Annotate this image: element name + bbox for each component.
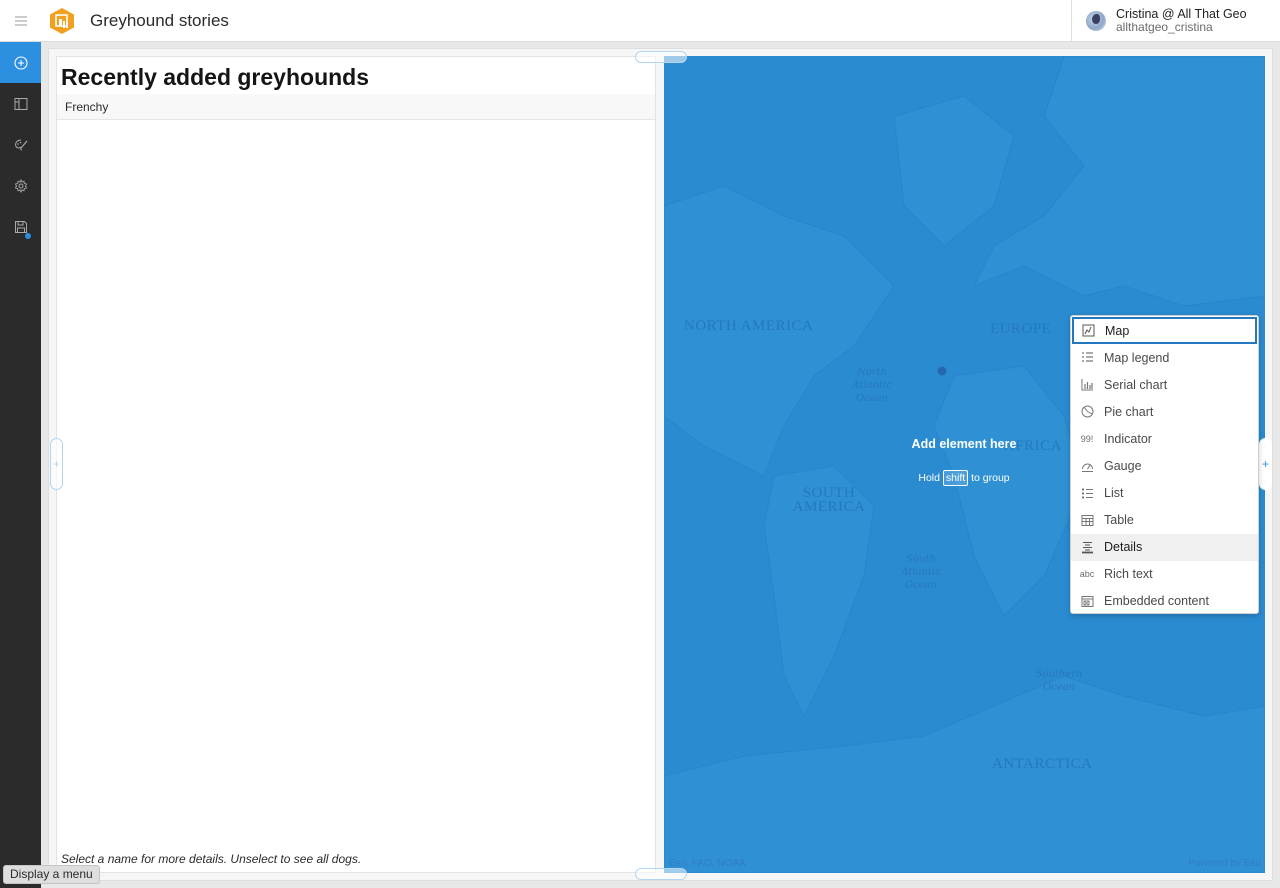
palette-brush-icon [14,139,27,150]
menu-item-label: Indicator [1104,431,1152,446]
dashboard-logo-icon [50,7,74,34]
drop-zone-hint: Add element here Hold shift to group [864,437,1064,486]
add-element-left-handle[interactable]: + [50,438,63,490]
menu-item-label: Details [1104,540,1143,555]
user-display-name: Cristina @ All That Geo [1116,6,1247,21]
add-element-button[interactable] [0,42,41,83]
list-icon [1081,488,1093,499]
map-label-south-atlantic: South Atlantic Ocean [901,554,941,591]
plus-circle-icon [13,55,28,70]
rich-text-icon: abc [1079,569,1095,580]
menu-item-label: Serial chart [1104,377,1168,392]
menu-item-gauge[interactable]: Gauge [1071,452,1258,479]
shift-key-badge: shift [942,470,969,486]
settings-button[interactable] [0,165,41,206]
map-label-antarctica: ANTARCTICA [992,756,1093,772]
menu-item-map[interactable]: Map [1072,317,1257,345]
add-element-bottom-handle[interactable] [635,868,687,880]
menu-item-embedded-content[interactable]: Embedded content [1071,588,1258,615]
map-label-southern-ocean: Southern Ocean [1035,669,1083,693]
menu-item-list[interactable]: List [1071,480,1258,507]
add-element-menu: Map Map legend Serial chart Pie chart 99… [1070,315,1259,614]
tooltip: Display a menu [3,865,100,884]
layout-button[interactable] [0,83,41,124]
menu-item-label: Embedded content [1104,594,1209,609]
drop-hint-title: Add element here [911,437,1017,451]
menu-item-table[interactable]: Table [1071,507,1258,534]
table-icon [1081,514,1093,526]
map-point-marker [937,366,947,376]
action-bar [0,42,41,888]
theme-button[interactable] [0,124,41,165]
menu-item-label: Map legend [1104,350,1170,365]
drop-hint-hold: Hold [918,472,940,484]
app-title: Greyhound stories [90,10,229,30]
hamburger-menu-button[interactable] [0,0,41,41]
serial-chart-icon [1081,379,1093,391]
save-icon [14,220,27,233]
menu-item-serial-chart[interactable]: Serial chart [1071,371,1258,398]
save-button[interactable] [0,206,41,247]
menu-item-label: List [1104,486,1124,501]
list-title: Recently added greyhounds [61,64,370,90]
app-header: Greyhound stories Cristina @ All That Ge… [0,0,1280,42]
app-logo [49,7,75,35]
map-label-europe: EUROPE [990,321,1052,337]
hamburger-icon [14,16,27,25]
menu-item-details[interactable]: Details [1071,533,1258,561]
unsaved-changes-badge [25,233,31,239]
plus-icon: + [1261,457,1269,471]
add-element-top-handle[interactable] [635,51,687,63]
powered-by-esri[interactable]: Powered by Esri [1188,858,1261,869]
gauge-icon [1081,463,1093,472]
menu-item-rich-text[interactable]: abc Rich text [1071,561,1258,588]
menu-item-map-legend[interactable]: Map legend [1071,344,1258,371]
list-element: Recently added greyhounds Frenchy Select… [56,56,656,873]
menu-item-label: Gauge [1104,459,1142,474]
menu-item-pie-chart[interactable]: Pie chart [1071,398,1258,425]
user-account-button[interactable]: Cristina @ All That Geo allthatgeo_crist… [1071,0,1280,41]
menu-item-label: Map [1105,323,1130,338]
add-element-right-handle[interactable]: + [1259,438,1272,490]
menu-item-indicator[interactable]: 99! Indicator [1071,425,1258,452]
list-item[interactable]: Frenchy [57,94,655,120]
map-label-north-america: NORTH AMERICA [684,318,814,334]
drop-hint-subtitle: Hold shift to group [864,470,1064,486]
map-label-south-america: SOUTH AMERICA [792,485,866,515]
menu-item-label: Table [1104,513,1134,528]
gear-icon [14,178,27,193]
layout-icon [14,97,27,110]
details-icon [1081,541,1093,554]
indicator-icon: 99! [1080,433,1094,444]
menu-item-label: Rich text [1104,567,1153,582]
map-label-north-atlantic: North Atlantic Ocean [852,367,892,404]
user-avatar [1086,10,1106,31]
plus-icon: + [52,457,60,471]
user-username: allthatgeo_cristina [1116,19,1213,34]
embedded-content-icon [1081,595,1093,607]
drop-hint-suffix: to group [971,472,1010,484]
list-footer-text: Select a name for more details. Unselect… [61,852,362,866]
menu-item-label: Pie chart [1104,404,1154,419]
pie-chart-icon [1081,405,1093,418]
legend-icon [1081,352,1093,362]
map-icon [1082,324,1094,337]
